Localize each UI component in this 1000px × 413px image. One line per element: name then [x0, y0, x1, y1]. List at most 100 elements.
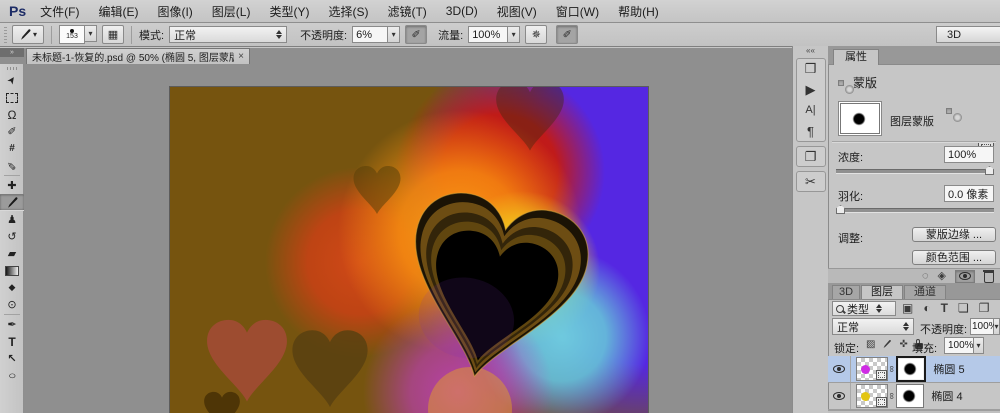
- layer-fill-caret[interactable]: ▾: [974, 337, 984, 354]
- opacity-value[interactable]: 6%: [352, 26, 388, 43]
- filter-shape-layers-icon[interactable]: ❏: [958, 301, 969, 315]
- menu-image[interactable]: 图像(I): [157, 3, 192, 20]
- brush-size-caret[interactable]: ▾: [85, 25, 97, 42]
- toolbar-grip[interactable]: [7, 67, 17, 70]
- history-brush-tool[interactable]: ↺: [0, 228, 24, 245]
- filter-adjustment-layers-icon[interactable]: ◐: [923, 301, 930, 315]
- lock-image-pixels-icon[interactable]: [882, 339, 892, 349]
- brush-tool-preset-button[interactable]: ▾: [12, 25, 44, 44]
- pixel-mask-button[interactable]: [838, 80, 844, 86]
- feather-slider[interactable]: [836, 208, 994, 213]
- ellipse-tool[interactable]: ○: [0, 367, 24, 384]
- canvas[interactable]: [170, 87, 648, 413]
- tab-properties[interactable]: 属性: [833, 49, 879, 65]
- lock-transparent-pixels-icon[interactable]: ▨: [866, 339, 875, 350]
- opacity-caret[interactable]: ▾: [388, 26, 400, 43]
- layer-mask-label: 图层蒙版: [890, 113, 934, 129]
- layer-visibility-toggle[interactable]: [828, 383, 851, 409]
- actions-panel-icon[interactable]: ▶: [806, 83, 816, 96]
- tool-presets-panel-icon[interactable]: ✂: [805, 175, 816, 188]
- flow-caret[interactable]: ▾: [508, 26, 520, 43]
- dodge-tool[interactable]: ⊙: [0, 296, 24, 313]
- tab-3d[interactable]: 3D: [832, 285, 860, 299]
- menu-help[interactable]: 帮助(H): [618, 3, 659, 20]
- document-tab[interactable]: 未标题-1-恢复的.psd @ 50% (椭圆 5, 图层蒙版/8) * ×: [26, 48, 250, 64]
- layer-row-ellipse-4[interactable]: ∞ 椭圆 4: [828, 383, 1000, 410]
- menu-layer[interactable]: 图层(L): [212, 3, 251, 20]
- apply-mask-icon[interactable]: ◈: [938, 271, 946, 282]
- type-tool[interactable]: T: [0, 333, 24, 350]
- brush-size-picker[interactable]: 153 ▾: [59, 25, 97, 44]
- blur-tool[interactable]: ◆: [0, 279, 24, 296]
- spot-healing-brush-tool[interactable]: ✚: [0, 177, 24, 194]
- menu-select[interactable]: 选择(S): [328, 3, 368, 20]
- pen-tool[interactable]: ✒: [0, 316, 24, 333]
- options-grip[interactable]: [4, 27, 7, 43]
- menu-window[interactable]: 窗口(W): [556, 3, 599, 20]
- layer-opacity-value[interactable]: 100%: [970, 318, 994, 335]
- filter-smart-objects-icon[interactable]: ❐: [979, 301, 990, 315]
- layer-mask-thumbnail[interactable]: [840, 103, 880, 134]
- paragraph-panel-icon[interactable]: ¶: [807, 125, 814, 138]
- density-value[interactable]: 100%: [944, 146, 994, 163]
- flow-control[interactable]: 100% ▾: [468, 26, 520, 43]
- clone-stamp-tool[interactable]: ♟: [0, 211, 24, 228]
- opacity-pressure-toggle[interactable]: ✐: [405, 25, 427, 44]
- workspace-switcher-button[interactable]: 3D: [936, 26, 1000, 43]
- opacity-control[interactable]: 6% ▾: [352, 26, 400, 43]
- toggle-brush-panel-button[interactable]: ▦: [102, 25, 124, 44]
- quick-selection-tool[interactable]: ✐: [0, 123, 24, 140]
- layer-mask-thumbnail[interactable]: [896, 384, 924, 408]
- layer-visibility-toggle[interactable]: [828, 356, 851, 382]
- crop-tool[interactable]: #: [0, 140, 24, 157]
- lock-position-icon[interactable]: ✜: [899, 339, 907, 350]
- lasso-tool[interactable]: Ω: [0, 106, 24, 123]
- layer-thumbnail[interactable]: [856, 357, 888, 381]
- menu-edit[interactable]: 编辑(E): [98, 3, 138, 20]
- size-pressure-toggle[interactable]: ✐: [556, 25, 578, 44]
- gradient-tool[interactable]: [0, 262, 24, 279]
- expand-panels-icon[interactable]: ««: [793, 46, 828, 56]
- color-range-button[interactable]: 颜色范围 ...: [912, 250, 996, 265]
- tab-channels[interactable]: 通道: [904, 285, 946, 299]
- select-pixel-mask-button[interactable]: [946, 108, 952, 114]
- airbrush-toggle[interactable]: ✵: [525, 25, 547, 44]
- blend-mode-select[interactable]: 正常: [169, 26, 287, 43]
- delete-mask-icon[interactable]: [984, 272, 994, 283]
- layer-name[interactable]: 椭圆 5: [933, 361, 964, 377]
- character-panel-icon[interactable]: A|: [805, 104, 815, 117]
- density-slider[interactable]: [836, 169, 994, 174]
- close-tab-icon[interactable]: ×: [238, 51, 244, 62]
- layer-row-ellipse-5[interactable]: ∞ 椭圆 5: [828, 356, 1000, 383]
- brush-tool[interactable]: [0, 194, 24, 211]
- filter-type-layers-icon[interactable]: T: [941, 301, 948, 315]
- eyedropper-tool[interactable]: ✎: [0, 157, 24, 174]
- filter-pixel-layers-icon[interactable]: ▣: [902, 301, 913, 315]
- flow-value[interactable]: 100%: [468, 26, 508, 43]
- rectangular-marquee-tool[interactable]: [0, 89, 24, 106]
- layer-thumbnail[interactable]: [856, 384, 888, 408]
- menu-type[interactable]: 类型(Y): [269, 3, 309, 20]
- brush-icon: [6, 196, 19, 209]
- layer-name[interactable]: 椭圆 4: [931, 388, 962, 404]
- menu-view[interactable]: 视图(V): [497, 3, 537, 20]
- eraser-tool[interactable]: ▰: [0, 245, 24, 262]
- move-tool[interactable]: ➤: [0, 72, 24, 89]
- feather-value[interactable]: 0.0 像素: [944, 185, 994, 202]
- layer-opacity-caret[interactable]: ▾: [994, 318, 1000, 335]
- layer-mask-thumbnail[interactable]: [896, 356, 926, 382]
- menu-3d[interactable]: 3D(D): [446, 4, 478, 18]
- tab-layers[interactable]: 图层: [861, 285, 903, 299]
- menu-filter[interactable]: 滤镜(T): [387, 3, 426, 20]
- layer-filter-select[interactable]: 类型: [832, 301, 896, 316]
- layer-comps-panel-icon[interactable]: ❐: [805, 150, 817, 163]
- disable-mask-button[interactable]: [955, 270, 975, 283]
- layer-fill-value[interactable]: 100%: [944, 337, 974, 354]
- menu-file[interactable]: 文件(F): [40, 3, 79, 20]
- path-selection-tool[interactable]: ↖: [0, 350, 24, 367]
- clone-source-panel-icon[interactable]: ❒: [805, 62, 817, 75]
- layer-blend-mode-select[interactable]: 正常: [832, 318, 914, 335]
- mask-edge-button[interactable]: 蒙版边缘 ...: [912, 227, 996, 242]
- load-selection-from-mask-icon[interactable]: ◌: [922, 271, 929, 282]
- toolbar-collapse-button[interactable]: »: [0, 48, 24, 57]
